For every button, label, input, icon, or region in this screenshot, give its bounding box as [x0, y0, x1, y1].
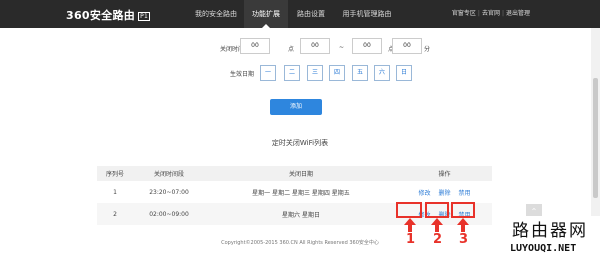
- row-id: 2: [97, 203, 133, 225]
- day-toggle-mon[interactable]: 一: [260, 65, 276, 81]
- highlight-box-edit: [396, 202, 422, 218]
- col-header-actions: 操作: [397, 166, 492, 181]
- range-separator: ~: [339, 44, 345, 51]
- day-toggle-wed[interactable]: 三: [307, 65, 323, 81]
- list-title: 定时关闭WiFi列表: [271, 139, 329, 147]
- arrow-up-icon: [404, 218, 416, 232]
- highlight-box-disable: [451, 202, 475, 218]
- arrow-up-icon: [457, 218, 469, 232]
- watermark-line1: 路由器网: [512, 221, 588, 241]
- table-row: 1 23:20~07:00 星期一 星期二 星期三 星期四 星期五 修改 删除 禁用: [97, 181, 492, 203]
- add-button[interactable]: 添加: [270, 99, 322, 115]
- nav-feature-extensions[interactable]: 功能扩展: [244, 0, 288, 28]
- table-header-row: 序列号 关闭时间段 关闭日期 操作: [97, 166, 492, 181]
- link-logout[interactable]: 退出管理: [506, 10, 530, 17]
- end-hour-input[interactable]: 00: [352, 38, 382, 54]
- delete-link[interactable]: 删除: [438, 188, 450, 197]
- minute-unit-label: 分: [424, 46, 431, 53]
- day-toggle-thu[interactable]: 四: [329, 65, 345, 81]
- effective-date-label: 生效日期: [230, 71, 255, 78]
- day-toggle-tue[interactable]: 二: [284, 65, 300, 81]
- col-header-time: 关闭时间段: [133, 166, 205, 181]
- row-days: 星期六 星期日: [205, 203, 397, 225]
- watermark: 路由器网 LUYOUQI.NET: [508, 216, 600, 263]
- end-minute-input[interactable]: 00: [392, 38, 422, 54]
- row-time: 23:20~07:00: [149, 188, 189, 196]
- link-official-site[interactable]: 去官网: [482, 10, 500, 17]
- start-minute-input[interactable]: 00: [300, 38, 330, 54]
- row-actions: 修改 删除 禁用: [397, 181, 492, 203]
- top-bar: 360安全路由 P1 我的安全路由 功能扩展 路由设置 用手机管理路由 官窗专区 |…: [0, 0, 600, 28]
- nav-router-settings[interactable]: 路由设置: [288, 0, 334, 28]
- start-hour-input[interactable]: 00: [240, 38, 270, 54]
- logo-version: P1: [138, 11, 151, 21]
- nav-my-router[interactable]: 我的安全路由: [188, 0, 244, 28]
- logo-text: 360安全路由: [66, 9, 136, 22]
- arrow-up-icon: [431, 218, 443, 232]
- nav-mobile-manage[interactable]: 用手机管理路由: [334, 0, 400, 28]
- row-time: 02:00~09:00: [133, 203, 205, 225]
- disable-link[interactable]: 禁用: [459, 188, 471, 197]
- chevron-up-icon: ⌃: [530, 207, 538, 216]
- col-header-id: 序列号: [97, 166, 133, 181]
- row-days: 星期一 星期二 星期三 星期四 星期五: [252, 189, 350, 197]
- col-header-days: 关闭日期: [205, 166, 397, 181]
- hour-unit-label: 点: [288, 46, 295, 53]
- day-toggle-sun[interactable]: 日: [396, 65, 412, 81]
- link-official-zone[interactable]: 官窗专区: [452, 10, 476, 17]
- logo[interactable]: 360安全路由 P1: [66, 7, 151, 23]
- day-toggle-fri[interactable]: 五: [352, 65, 368, 81]
- top-links: 官窗专区 | 去官网 | 退出管理: [451, 10, 530, 17]
- edit-link[interactable]: 修改: [418, 188, 430, 197]
- day-toggle-sat[interactable]: 六: [374, 65, 390, 81]
- watermark-line2: LUYOUQI.NET: [510, 243, 577, 254]
- row-id: 1: [113, 188, 117, 196]
- highlight-box-delete: [425, 202, 449, 218]
